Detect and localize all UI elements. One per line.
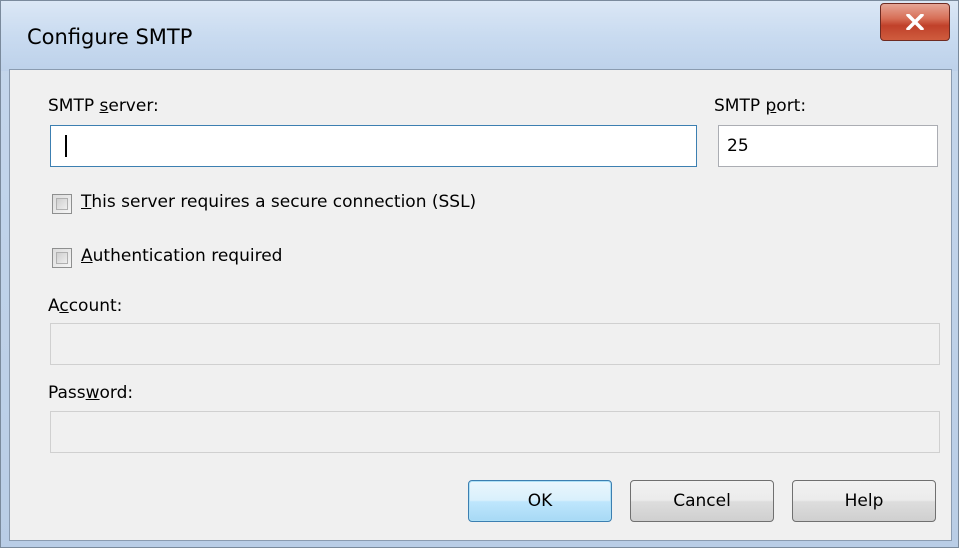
ok-button[interactable]: OK bbox=[468, 480, 612, 522]
dialog-title: Configure SMTP bbox=[27, 25, 193, 49]
password-label: Password: bbox=[48, 383, 134, 403]
smtp-port-input[interactable]: 25 bbox=[718, 125, 938, 167]
title-bar[interactable]: Configure SMTP bbox=[1, 1, 958, 71]
smtp-port-label: SMTP port: bbox=[714, 96, 807, 116]
configure-smtp-dialog: Configure SMTP SMTP server: SMTP port: 2… bbox=[0, 0, 959, 548]
ssl-checkbox-label[interactable]: This server requires a secure connection… bbox=[81, 192, 476, 212]
authentication-checkbox[interactable] bbox=[52, 248, 72, 268]
close-button[interactable] bbox=[880, 3, 950, 41]
password-input[interactable] bbox=[50, 411, 940, 453]
dialog-body: SMTP server: SMTP port: 25 This server r… bbox=[9, 69, 952, 541]
account-label: Account: bbox=[48, 296, 123, 316]
text-caret bbox=[65, 135, 67, 157]
account-input[interactable] bbox=[50, 323, 940, 365]
ssl-checkbox[interactable] bbox=[52, 194, 72, 214]
close-icon bbox=[906, 14, 924, 30]
cancel-button[interactable]: Cancel bbox=[630, 480, 774, 522]
help-button[interactable]: Help bbox=[792, 480, 936, 522]
smtp-server-label: SMTP server: bbox=[48, 96, 159, 116]
authentication-checkbox-label[interactable]: Authentication required bbox=[81, 246, 282, 266]
smtp-server-input[interactable] bbox=[50, 125, 697, 167]
